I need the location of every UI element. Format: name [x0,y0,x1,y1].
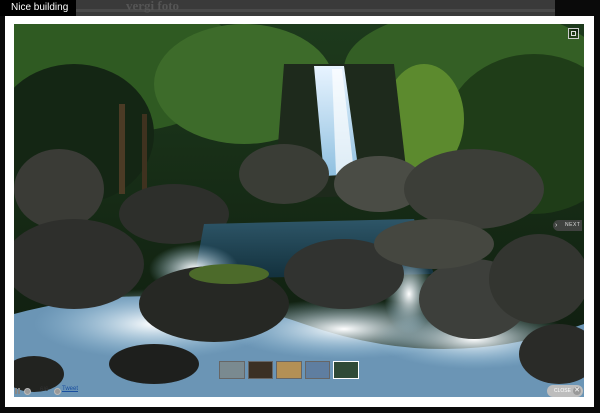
thumbnail-5[interactable] [333,361,359,379]
pause-icon[interactable] [15,388,21,394]
thumbnail-3[interactable] [276,361,302,379]
next-button[interactable]: › NEXT [553,220,582,231]
expand-icon[interactable] [568,28,579,39]
background-heading: vergi foto [126,0,180,13]
page-title: Nice building [0,0,77,16]
next-small-icon[interactable] [54,388,61,395]
tweet-link[interactable]: Tweet [62,386,78,392]
viewer-controls: 6/6 Tweet CLOSE ✕ [14,385,584,401]
prev-icon[interactable] [24,388,31,395]
thumbnail-2[interactable] [247,361,274,379]
thumbnail-1[interactable] [219,361,245,379]
next-button-label: NEXT [565,222,581,228]
thumbnail-4[interactable] [304,361,331,379]
next-arrow-icon: › [555,222,558,229]
slide-counter: 6/6 [40,387,49,393]
waterfall-photo: › NEXT [14,24,584,397]
photo-image [14,24,584,397]
close-button[interactable]: CLOSE ✕ [547,385,583,397]
close-button-label: CLOSE [554,388,571,394]
lightbox: › NEXT 6/6 Tweet CLOSE ✕ [5,16,594,407]
close-icon: ✕ [573,387,581,395]
thumbnail-strip [219,361,359,379]
